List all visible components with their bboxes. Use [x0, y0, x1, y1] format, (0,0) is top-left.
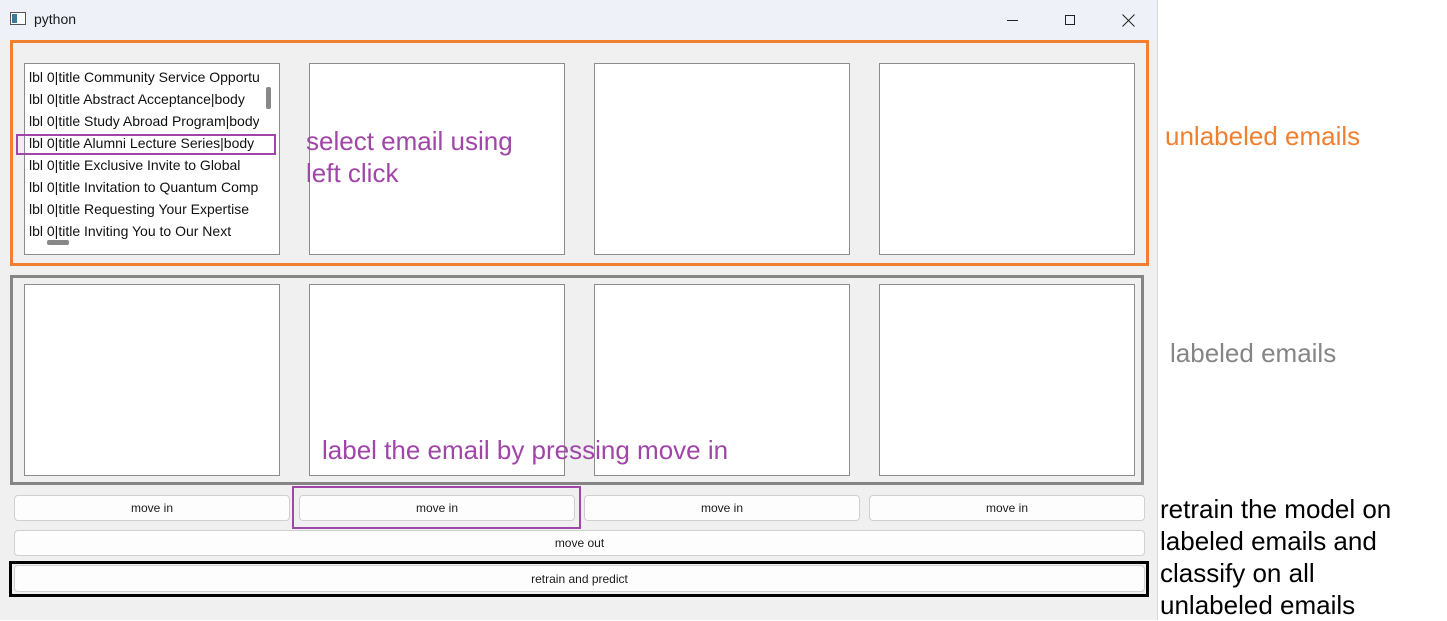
selected-email-highlight — [16, 134, 276, 155]
email-list-item[interactable]: lbl 0|title Requesting Your Expertise — [29, 198, 259, 220]
close-icon — [1122, 14, 1135, 27]
retrain-text-line: unlabeled emails — [1160, 590, 1356, 620]
email-list-item[interactable]: lbl 0|title Inviting You to Our Next — [29, 220, 259, 242]
unlabeled-list-4[interactable] — [879, 63, 1135, 255]
retrain-highlight — [9, 561, 1149, 597]
unlabeled-emails-label: unlabeled emails — [1165, 121, 1361, 151]
app-window: python lbl 0|title Community Service Opp… — [0, 0, 1158, 620]
close-button[interactable] — [1099, 0, 1157, 40]
select-email-text-line: left click — [306, 158, 399, 188]
select-email-text: select email using left click — [306, 125, 513, 189]
move-in-button-1[interactable]: move in — [14, 495, 290, 521]
maximize-icon — [1065, 15, 1075, 25]
email-list-item[interactable]: lbl 0|title Abstract Acceptance|body — [29, 88, 259, 110]
retrain-annotation: retrain the model on labeled emails and cl… — [1160, 493, 1391, 621]
select-email-text-line: select email using — [306, 126, 513, 156]
horizontal-scrollbar[interactable] — [47, 240, 69, 245]
move-in-button-4[interactable]: move in — [869, 495, 1145, 521]
email-list-item[interactable]: lbl 0|title Community Service Opportunit… — [29, 66, 259, 88]
minimize-button[interactable] — [983, 0, 1041, 40]
email-list-item[interactable]: lbl 0|title Invitation to Quantum Comput… — [29, 176, 259, 198]
email-list-item[interactable]: lbl 0|title Study Abroad Program|body — [29, 110, 259, 132]
vertical-scrollbar[interactable] — [266, 87, 271, 109]
retrain-text: retrain the model on labeled emails and cl… — [1160, 493, 1391, 621]
email-list-item[interactable]: lbl 0|title Exclusive Invite to Global — [29, 154, 259, 176]
label-email-annotation: label the email by pressing move in — [322, 435, 729, 465]
window-title: python — [34, 11, 77, 27]
move-out-button[interactable]: move out — [14, 530, 1145, 556]
retrain-text-line: labeled emails and — [1160, 526, 1377, 556]
title-bar: python — [0, 0, 1157, 40]
move-in-button-3[interactable]: move in — [584, 495, 860, 521]
maximize-button[interactable] — [1041, 0, 1099, 40]
unlabeled-list-3[interactable] — [594, 63, 850, 255]
retrain-text-line: classify on all — [1160, 558, 1315, 588]
labeled-emails-label: labeled emails — [1170, 338, 1337, 368]
minimize-icon — [1006, 19, 1018, 21]
labeled-list-1[interactable] — [24, 284, 280, 476]
python-app-icon — [10, 12, 26, 25]
labeled-list-4[interactable] — [879, 284, 1135, 476]
retrain-text-line: retrain the model on — [1160, 494, 1392, 524]
unlabeled-email-list[interactable]: lbl 0|title Community Service Opportunit… — [24, 63, 280, 255]
select-email-annotation: select email using left click — [306, 125, 513, 189]
move-in-highlight — [292, 486, 581, 529]
